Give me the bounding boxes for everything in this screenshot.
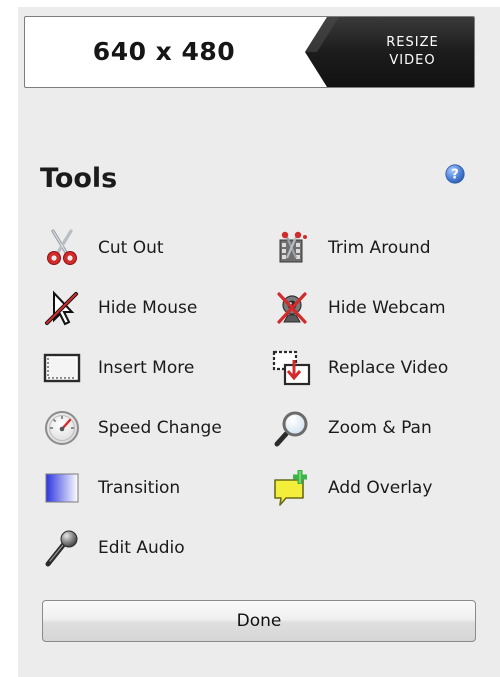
tools-panel	[18, 7, 500, 677]
magnifier-icon	[272, 408, 312, 448]
tool-label: Insert More	[98, 358, 195, 378]
tool-label: Replace Video	[328, 358, 449, 378]
tool-cut-out[interactable]: Cut Out	[42, 226, 164, 270]
tool-label: Transition	[98, 478, 181, 498]
tool-label: Hide Mouse	[98, 298, 198, 318]
tool-zoom-pan[interactable]: Zoom & Pan	[272, 406, 432, 450]
tool-label: Speed Change	[98, 418, 222, 438]
trim-clip-icon	[272, 228, 312, 268]
tool-hide-webcam[interactable]: Hide Webcam	[272, 286, 446, 330]
tool-add-overlay[interactable]: Add Overlay	[272, 466, 432, 510]
speedometer-icon	[42, 408, 82, 448]
tool-replace-video[interactable]: Replace Video	[272, 346, 448, 390]
microphone-icon	[42, 528, 82, 568]
svg-text:?: ?	[451, 168, 459, 183]
tool-label: Add Overlay	[328, 478, 433, 498]
gradient-square-icon	[42, 468, 82, 508]
done-button[interactable]: Done	[42, 600, 476, 642]
replace-video-icon	[272, 348, 312, 388]
tool-transition[interactable]: Transition	[42, 466, 180, 510]
resize-video-button[interactable]: RESIZE VIDEO	[305, 17, 474, 87]
tool-trim-around[interactable]: Trim Around	[272, 226, 431, 270]
tool-hide-mouse[interactable]: Hide Mouse	[42, 286, 197, 330]
tool-edit-audio[interactable]: Edit Audio	[42, 526, 185, 570]
video-resolution-bar: 640 x 480 RESIZE VIDEO	[24, 16, 475, 88]
speech-bubble-plus-icon	[272, 468, 312, 508]
tool-label: Hide Webcam	[328, 298, 446, 318]
resize-video-label: RESIZE VIDEO	[351, 34, 474, 70]
tool-label: Cut Out	[98, 238, 164, 258]
question-mark-circle-icon[interactable]: ?	[445, 164, 465, 184]
crossed-cursor-icon	[42, 288, 82, 328]
insert-frame-icon	[42, 348, 82, 388]
tool-label: Trim Around	[328, 238, 431, 258]
tool-speed-change[interactable]: Speed Change	[42, 406, 222, 450]
crossed-webcam-icon	[272, 288, 312, 328]
resize-label-line1: RESIZE	[386, 35, 439, 50]
scissors-icon	[42, 228, 82, 268]
tool-insert-more[interactable]: Insert More	[42, 346, 194, 390]
tool-label: Zoom & Pan	[328, 418, 432, 438]
tools-heading: Tools	[40, 163, 118, 194]
tool-label: Edit Audio	[98, 538, 185, 558]
resolution-display: 640 x 480	[92, 37, 236, 66]
resize-label-line2: VIDEO	[389, 53, 436, 68]
